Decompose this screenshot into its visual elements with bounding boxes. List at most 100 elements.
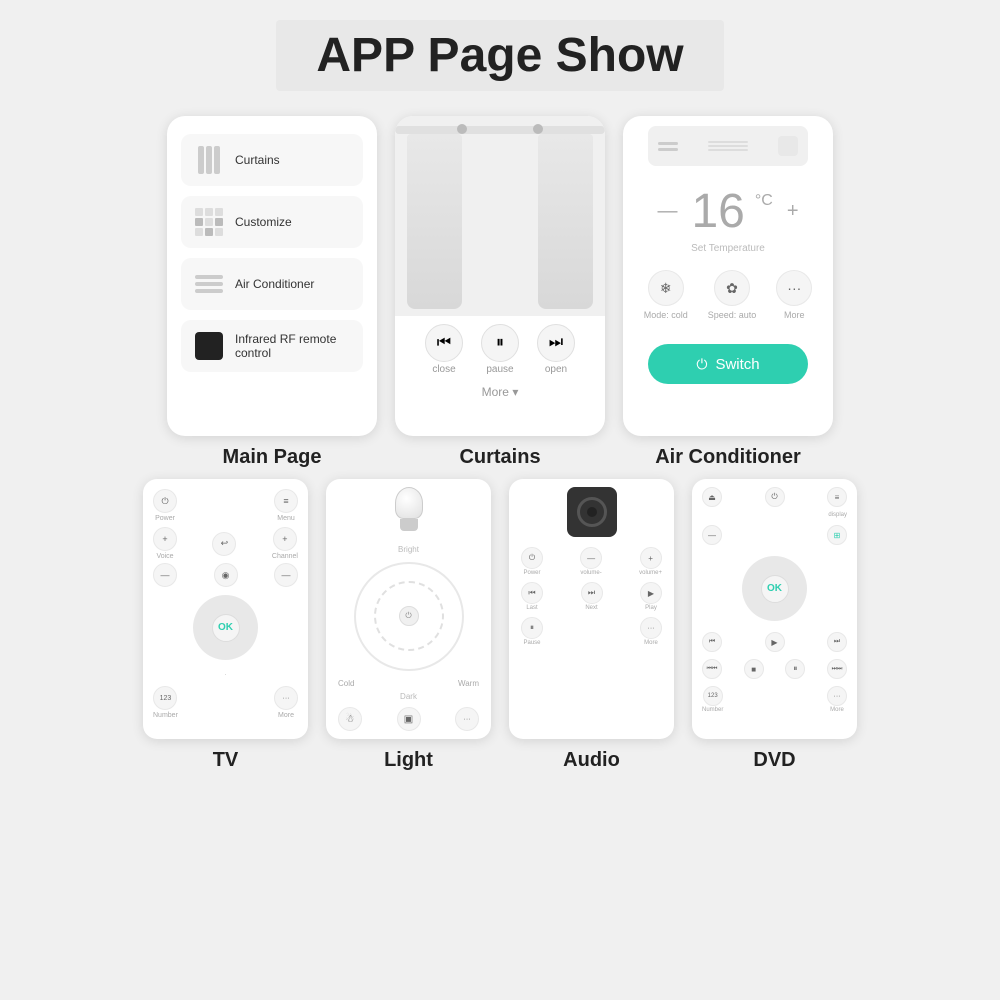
menu-item-ir[interactable]: Infrared RF remote control [181, 320, 363, 372]
tv-home-btn[interactable]: ◉ [214, 563, 238, 587]
light-power-dot[interactable]: ⏻ [399, 606, 419, 626]
tv-vol-row: — ◉ — [153, 563, 298, 587]
tv-back-btn[interactable]: ↩ [212, 532, 236, 556]
customize-label: Customize [235, 215, 292, 229]
dvd-stop-btn[interactable]: ■ [744, 659, 764, 679]
audio-vol-down-btn[interactable]: — [580, 547, 602, 569]
ac-speed-btn[interactable]: ✿ Speed: auto [708, 270, 757, 320]
temp-value: 16 [691, 184, 744, 239]
tv-number-btn[interactable]: 123 [153, 686, 177, 710]
audio-more-btn[interactable]: ··· [640, 617, 662, 639]
dvd-eject-group: ⏏ [702, 487, 722, 507]
tv-more-group: ··· More [274, 686, 298, 719]
tv-bottom-row: 123 Number ··· More [153, 686, 298, 719]
dvd-vol-up-group: ⊞ [827, 525, 847, 545]
menu-item-curtains[interactable]: Curtains [181, 134, 363, 186]
audio-panel-wrapper: ⏻ Power — volume- + volume+ ⏮ Last [509, 479, 674, 772]
open-button[interactable]: ⏭ [537, 324, 575, 362]
light-bulb [389, 487, 429, 537]
tv-ch-up-btn[interactable]: + [273, 527, 297, 551]
ac-label: Air Conditioner [235, 277, 314, 291]
tv-label: TV [213, 749, 239, 772]
tv-vol-down-btn[interactable]: — [153, 563, 177, 587]
tv-voice-up-btn[interactable]: + [153, 527, 177, 551]
tv-top-row: ⏻ Power ≡ Menu [153, 489, 298, 522]
audio-controls-top: ⏻ Power — volume- + volume+ [521, 547, 662, 576]
curtains-icon [193, 144, 225, 176]
dvd-menu-btn[interactable]: ≡ [827, 487, 847, 507]
dvd-vol-down-group: — [702, 525, 722, 545]
dvd-eject-btn[interactable]: ⏏ [702, 487, 722, 507]
ir-label: Infrared RF remote control [235, 332, 351, 360]
audio-pause-btn[interactable]: ⏸ [521, 617, 543, 639]
audio-controls-bottom: ⏸ Pause ··· More [521, 617, 662, 646]
ac-more-btn[interactable]: ··· More [776, 270, 812, 320]
temp-plus-button[interactable]: + [783, 196, 803, 227]
light-dial[interactable]: ⏻ [354, 562, 464, 671]
tv-ch-down-btn[interactable]: — [274, 563, 298, 587]
temp-minus-button[interactable]: — [653, 196, 681, 227]
dvd-panel-wrapper: ⏏ ⏻ ≡ display — ⊞ [692, 479, 857, 772]
more-text[interactable]: More ▾ [482, 385, 519, 399]
warm-label: Warm [458, 679, 479, 688]
dvd-number-group: 123 Number [702, 686, 723, 713]
dvd-pause-btn[interactable]: ⏸ [785, 659, 805, 679]
audio-last-btn[interactable]: ⏮ [521, 582, 543, 604]
curtain-rail [395, 126, 605, 134]
audio-power-btn-group: ⏻ Power [521, 547, 543, 576]
audio-last-group: ⏮ Last [521, 582, 543, 611]
dvd-vol-down-btn[interactable]: — [702, 525, 722, 545]
tv-more-btn[interactable]: ··· [274, 686, 298, 710]
dvd-ff-btn[interactable]: ⏭ [827, 632, 847, 652]
light-panel-wrapper: Bright ⏻ Cold Warm Dark ☃ ▣ ··· Light [326, 479, 491, 772]
ir-icon [193, 330, 225, 362]
ac-main-panel: — 16 °C + Set Temperature ❄ Mode: cold ✿… [623, 116, 833, 436]
dvd-ok-btn[interactable]: OK [761, 575, 789, 603]
temp-unit: °C [755, 192, 773, 210]
dvd-power-btn[interactable]: ⏻ [765, 487, 785, 507]
curtain-puller-right [533, 124, 543, 134]
tv-menu-btn[interactable]: ≡ [274, 489, 298, 513]
ac-unit-lines [658, 142, 678, 151]
audio-vol-up-btn[interactable]: + [640, 547, 662, 569]
dvd-vol-row: — ⊞ [702, 525, 847, 545]
switch-button[interactable]: ⏻ Switch [648, 344, 808, 384]
more-icon: ··· [776, 270, 812, 306]
tv-dot-row: · [224, 670, 227, 679]
dvd-vol-up-btn[interactable]: ⊞ [827, 525, 847, 545]
audio-pause-group: ⏸ Pause [521, 617, 543, 646]
dvd-top-row: ⏏ ⏻ ≡ [702, 487, 847, 507]
temp-display: — 16 °C + [653, 184, 802, 239]
menu-item-ac[interactable]: Air Conditioner [181, 258, 363, 310]
dpad-ok-btn[interactable]: OK [212, 614, 240, 642]
light-more-btn[interactable]: ··· [455, 707, 479, 731]
dvd-prev-btn[interactable]: ⏮⏮ [702, 659, 722, 679]
bulb-base [400, 519, 418, 531]
audio-panel: ⏻ Power — volume- + volume+ ⏮ Last [509, 479, 674, 739]
ac-panel-wrapper: — 16 °C + Set Temperature ❄ Mode: cold ✿… [623, 116, 833, 469]
close-button[interactable]: ⏮ [425, 324, 463, 362]
dvd-next-btn[interactable]: ⏭⏭ [827, 659, 847, 679]
ac-mode-btn[interactable]: ❄ Mode: cold [644, 270, 688, 320]
audio-next-label: Next [585, 605, 597, 611]
audio-play-btn[interactable]: ▶ [640, 582, 662, 604]
audio-next-btn[interactable]: ⏭ [581, 582, 603, 604]
ac-label-bottom: Air Conditioner [655, 446, 801, 469]
dvd-more-btn[interactable]: ··· [827, 686, 847, 706]
menu-item-customize[interactable]: Customize [181, 196, 363, 248]
pause-button[interactable]: ⏸ [481, 324, 519, 362]
dvd-play-btn[interactable]: ▶ [765, 632, 785, 652]
light-schedule-btn[interactable]: ☃ [338, 707, 362, 731]
light-scene-btn[interactable]: ▣ [397, 707, 421, 731]
dvd-rew-btn[interactable]: ⏮ [702, 632, 722, 652]
pause-group: ⏸ pause [481, 324, 519, 375]
dvd-number-btn[interactable]: 123 [703, 686, 723, 706]
speaker-circle [577, 497, 607, 527]
dvd-more-group: ··· More [827, 686, 847, 713]
tv-voice-group: + Voice [153, 527, 177, 560]
audio-next-group: ⏭ Next [581, 582, 603, 611]
audio-label: Audio [563, 749, 620, 772]
tv-power-btn[interactable]: ⏻ [153, 489, 177, 513]
audio-power-btn[interactable]: ⏻ [521, 547, 543, 569]
audio-controls-mid: ⏮ Last ⏭ Next ▶ Play [521, 582, 662, 611]
